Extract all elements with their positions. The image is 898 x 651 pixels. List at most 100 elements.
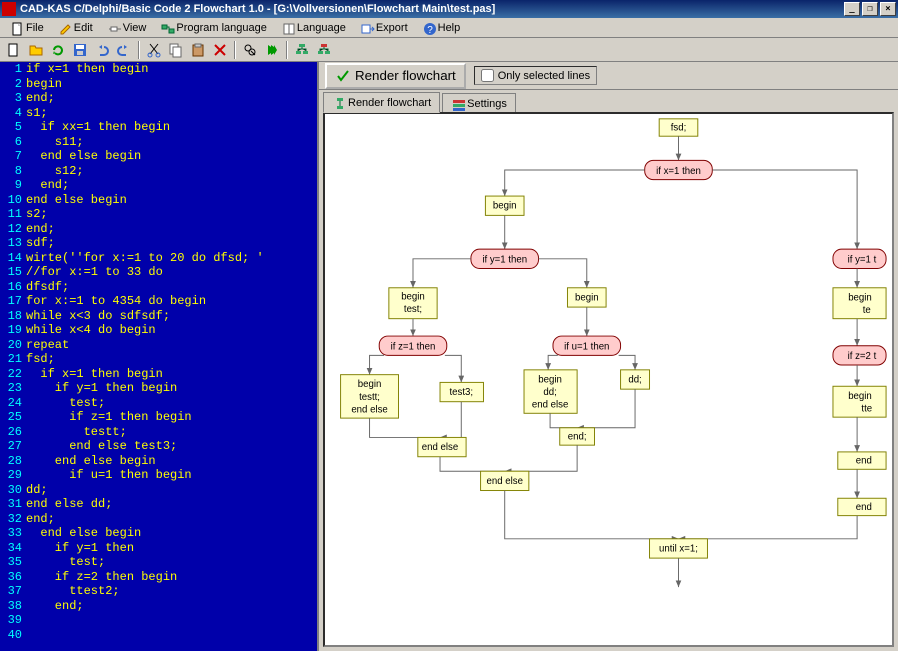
svg-text:if u=1 then: if u=1 then bbox=[564, 342, 609, 353]
menu-export-label: Export bbox=[376, 22, 408, 34]
line-number: 9 bbox=[0, 178, 22, 193]
open-button[interactable] bbox=[26, 40, 46, 60]
code-line[interactable]: test; bbox=[26, 396, 264, 411]
help-icon: ? bbox=[422, 21, 435, 34]
line-number: 27 bbox=[0, 439, 22, 454]
svg-text:begin: begin bbox=[358, 379, 382, 390]
menu-program-language[interactable]: Program language bbox=[154, 19, 273, 36]
menu-export[interactable]: Export bbox=[354, 19, 414, 36]
code-line[interactable]: end else begin bbox=[26, 454, 264, 469]
code-line[interactable]: end else test3; bbox=[26, 439, 264, 454]
menu-program-language-label: Program language bbox=[176, 22, 267, 34]
svg-text:end;: end; bbox=[568, 431, 587, 442]
code-line[interactable]: end; bbox=[26, 91, 264, 106]
line-number: 22 bbox=[0, 367, 22, 382]
code-line[interactable]: test; bbox=[26, 555, 264, 570]
svg-text:end: end bbox=[856, 455, 872, 466]
minimize-button[interactable]: _ bbox=[844, 2, 860, 16]
only-selected-checkbox-wrap[interactable]: Only selected lines bbox=[474, 66, 597, 85]
line-number: 18 bbox=[0, 309, 22, 324]
menu-edit[interactable]: Edit bbox=[52, 19, 99, 36]
menu-help[interactable]: ? Help bbox=[416, 19, 467, 36]
code-line[interactable]: end; bbox=[26, 178, 264, 193]
code-line[interactable]: ttest2; bbox=[26, 584, 264, 599]
code-line[interactable]: sdf; bbox=[26, 236, 264, 251]
new-button[interactable] bbox=[4, 40, 24, 60]
code-line[interactable]: repeat bbox=[26, 338, 264, 353]
code-line[interactable]: dfsdf; bbox=[26, 280, 264, 295]
line-number: 4 bbox=[0, 106, 22, 121]
restore-button[interactable]: ❐ bbox=[862, 2, 878, 16]
code-line[interactable]: if x=1 then begin bbox=[26, 367, 264, 382]
check-icon bbox=[335, 68, 351, 84]
code-line[interactable]: if xx=1 then begin bbox=[26, 120, 264, 135]
code-line[interactable]: s1; bbox=[26, 106, 264, 121]
code-line[interactable]: end; bbox=[26, 512, 264, 527]
code-line[interactable]: if y=1 then bbox=[26, 541, 264, 556]
code-line[interactable]: while x<4 do begin bbox=[26, 323, 264, 338]
reload-button[interactable] bbox=[48, 40, 68, 60]
line-number: 11 bbox=[0, 207, 22, 222]
line-number: 5 bbox=[0, 120, 22, 135]
export-icon bbox=[360, 21, 373, 34]
flowchart-selected-button[interactable] bbox=[314, 40, 334, 60]
svg-text:begin: begin bbox=[848, 292, 872, 303]
code-line[interactable]: s2; bbox=[26, 207, 264, 222]
code-text[interactable]: if x=1 then beginbeginend;s1; if xx=1 th… bbox=[26, 62, 264, 613]
render-button-label: Render flowchart bbox=[355, 68, 456, 83]
undo-button[interactable] bbox=[92, 40, 112, 60]
flowchart-canvas[interactable]: fsd; if x=1 then begin if y=1 then beg bbox=[323, 112, 894, 647]
delete-button[interactable] bbox=[210, 40, 230, 60]
svg-text:if z=1 then: if z=1 then bbox=[391, 342, 436, 353]
code-line[interactable]: if y=1 then begin bbox=[26, 381, 264, 396]
code-line[interactable]: dd; bbox=[26, 483, 264, 498]
tab-settings[interactable]: Settings bbox=[442, 93, 516, 113]
code-line[interactable]: s11; bbox=[26, 135, 264, 150]
code-line[interactable]: fsd; bbox=[26, 352, 264, 367]
code-line[interactable]: s12; bbox=[26, 164, 264, 179]
code-line[interactable]: testt; bbox=[26, 425, 264, 440]
tab-render-flowchart[interactable]: Render flowchart bbox=[323, 92, 440, 113]
svg-text:begin: begin bbox=[493, 201, 517, 212]
menu-edit-label: Edit bbox=[74, 22, 93, 34]
code-line[interactable]: wirte(''for x:=1 to 20 do dfsd; ' bbox=[26, 251, 264, 266]
svg-text:test;: test; bbox=[404, 304, 422, 315]
code-line[interactable]: end else begin bbox=[26, 193, 264, 208]
code-line[interactable]: end; bbox=[26, 599, 264, 614]
code-line[interactable]: end else begin bbox=[26, 526, 264, 541]
code-line[interactable]: for x:=1 to 4354 do begin bbox=[26, 294, 264, 309]
code-line[interactable]: if z=1 then begin bbox=[26, 410, 264, 425]
code-line[interactable]: end else begin bbox=[26, 149, 264, 164]
only-selected-checkbox[interactable] bbox=[481, 69, 494, 82]
code-line[interactable]: if x=1 then begin bbox=[26, 62, 264, 77]
menu-view[interactable]: View bbox=[101, 19, 153, 36]
find-next-button[interactable] bbox=[262, 40, 282, 60]
line-number: 23 bbox=[0, 381, 22, 396]
menu-file[interactable]: File bbox=[4, 19, 50, 36]
find-button[interactable] bbox=[240, 40, 260, 60]
code-line[interactable]: if u=1 then begin bbox=[26, 468, 264, 483]
code-line[interactable]: end; bbox=[26, 222, 264, 237]
svg-text:testt;: testt; bbox=[359, 392, 380, 403]
close-button[interactable]: × bbox=[880, 2, 896, 16]
save-button[interactable] bbox=[70, 40, 90, 60]
flowchart-button[interactable] bbox=[292, 40, 312, 60]
paste-button[interactable] bbox=[188, 40, 208, 60]
line-number: 34 bbox=[0, 541, 22, 556]
code-line[interactable]: begin bbox=[26, 77, 264, 92]
main-area: 1234567891011121314151617181920212223242… bbox=[0, 62, 898, 651]
code-line[interactable]: while x<3 do sdfsdf; bbox=[26, 309, 264, 324]
cut-button[interactable] bbox=[144, 40, 164, 60]
menu-language[interactable]: Language bbox=[275, 19, 352, 36]
code-line[interactable]: //for x:=1 to 33 do bbox=[26, 265, 264, 280]
copy-button[interactable] bbox=[166, 40, 186, 60]
code-editor[interactable]: 1234567891011121314151617181920212223242… bbox=[0, 62, 317, 651]
line-number: 40 bbox=[0, 628, 22, 643]
render-flowchart-button[interactable]: Render flowchart bbox=[325, 63, 466, 89]
redo-button[interactable] bbox=[114, 40, 134, 60]
menu-language-label: Language bbox=[297, 22, 346, 34]
svg-text:begin: begin bbox=[401, 291, 425, 302]
flowchart-icon bbox=[332, 96, 345, 109]
code-line[interactable]: if z=2 then begin bbox=[26, 570, 264, 585]
code-line[interactable]: end else dd; bbox=[26, 497, 264, 512]
